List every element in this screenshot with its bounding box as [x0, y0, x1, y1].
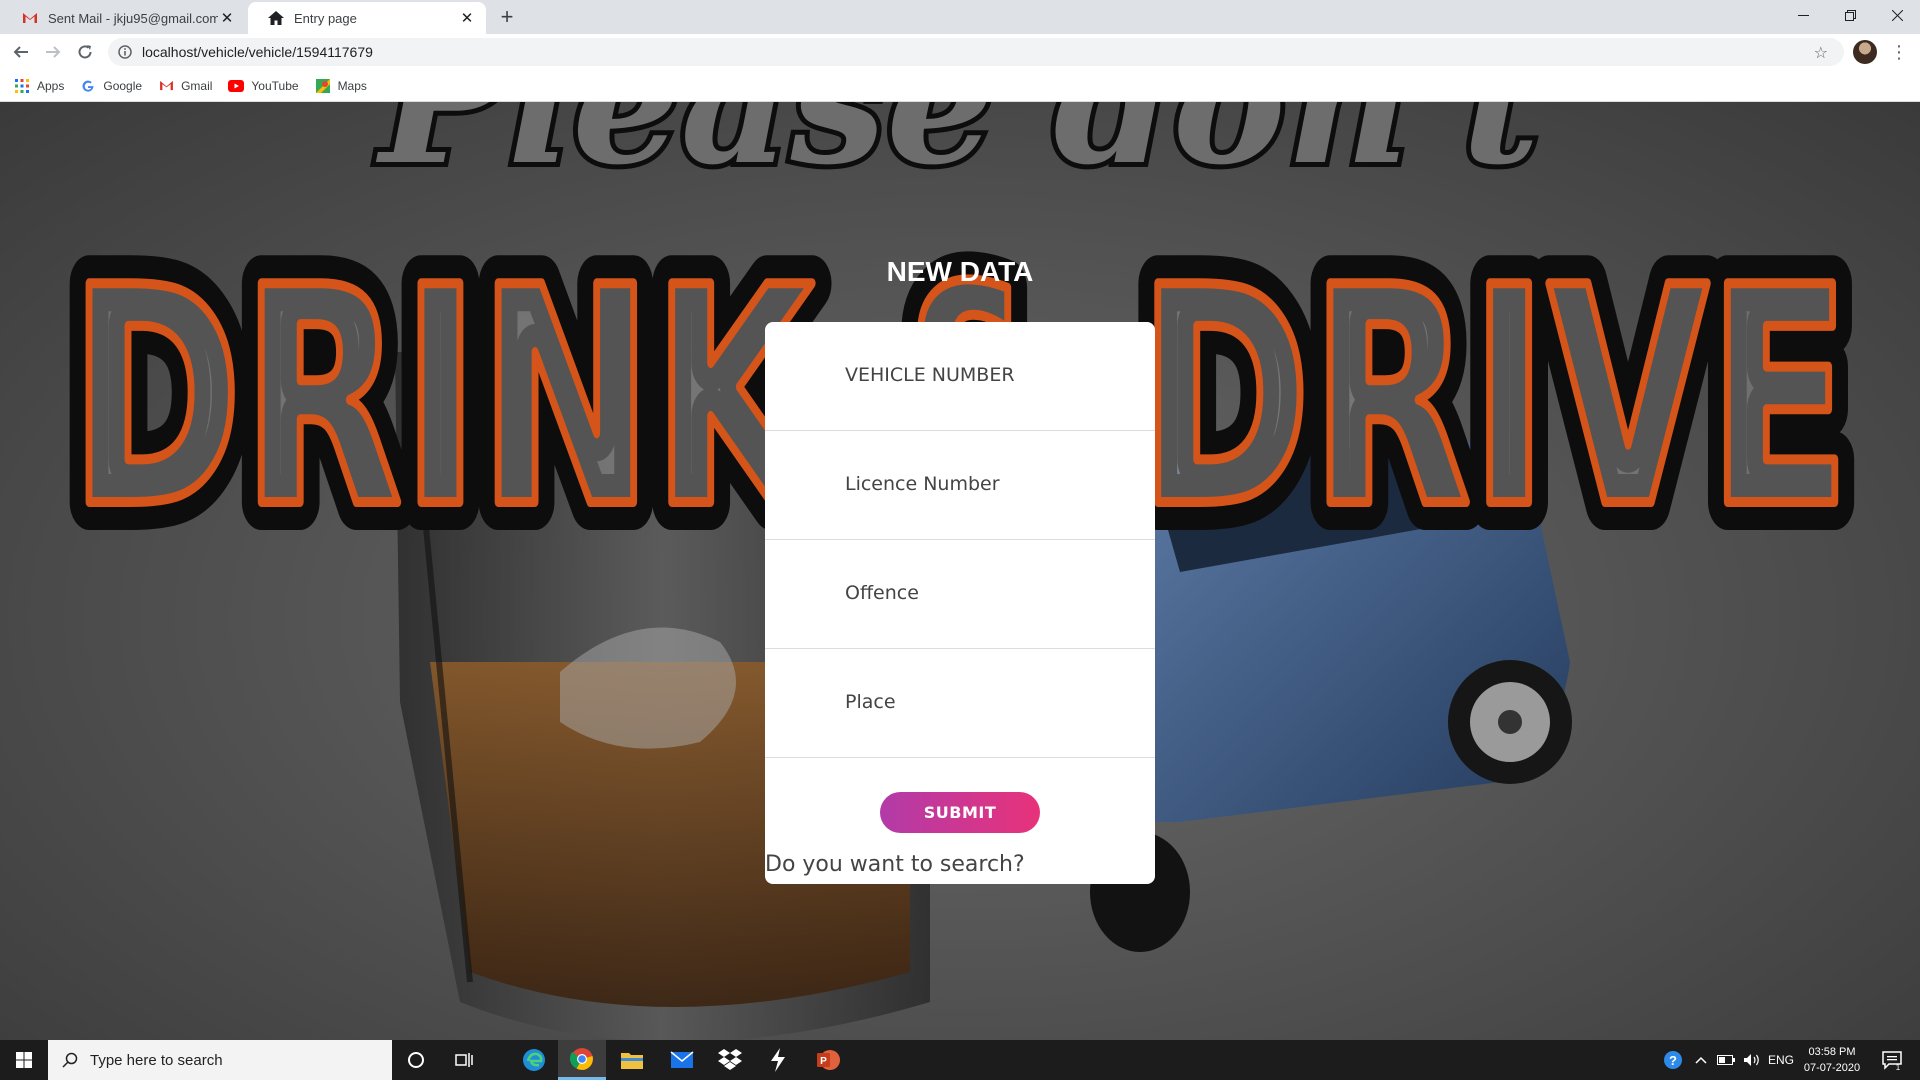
profile-avatar[interactable]	[1853, 40, 1877, 64]
restore-button[interactable]	[1827, 0, 1873, 30]
poster-headline-top: Please don't	[376, 102, 1540, 203]
notification-count: 1	[1896, 1063, 1901, 1071]
taskbar-mail[interactable]	[658, 1040, 706, 1080]
home-icon	[268, 10, 284, 26]
bookmark-maps[interactable]: Maps	[315, 78, 367, 94]
url-text: localhost/vehicle/vehicle/1594117679	[142, 44, 373, 60]
taskbar-clock[interactable]: 03:58 PM 07-07-2020	[1796, 1044, 1868, 1076]
action-center-button[interactable]: 1	[1872, 1040, 1912, 1080]
powerpoint-icon: P	[817, 1050, 840, 1070]
youtube-icon	[228, 78, 245, 94]
windows-taskbar: Type here to search P ? ENG 03:58 PM 07-…	[0, 1040, 1920, 1080]
browser-tab-bar: Sent Mail - jkju95@gmail.com - G ✕ Entry…	[0, 0, 1920, 34]
show-hidden-icons-chevron-up-icon[interactable]	[1690, 1040, 1712, 1080]
clock-date: 07-07-2020	[1803, 1062, 1861, 1074]
bookmarks-bar: Apps Google Gmail YouTube Maps	[0, 70, 1920, 102]
svg-text:P: P	[820, 1056, 827, 1067]
bookmark-gmail[interactable]: Gmail	[158, 78, 212, 94]
tab-close-icon[interactable]: ✕	[458, 9, 476, 27]
maps-icon	[315, 78, 331, 94]
bookmark-label: Apps	[37, 78, 65, 93]
new-tab-button[interactable]: +	[494, 6, 520, 28]
taskbar-app-bolt[interactable]	[754, 1040, 802, 1080]
cortana-circle-icon	[408, 1052, 424, 1068]
bookmark-youtube[interactable]: YouTube	[228, 78, 299, 94]
offence-input[interactable]	[845, 576, 1135, 610]
vehicle-number-field	[765, 322, 1155, 431]
google-icon	[80, 78, 96, 94]
tab-title: Sent Mail - jkju95@gmail.com - G	[48, 10, 218, 26]
help-tray-icon[interactable]: ?	[1658, 1040, 1688, 1080]
minimize-button[interactable]	[1780, 0, 1826, 30]
dropbox-icon	[718, 1049, 742, 1070]
tab-close-icon[interactable]: ✕	[218, 9, 236, 27]
taskbar-powerpoint[interactable]: P	[804, 1040, 852, 1080]
apps-grid-icon	[14, 78, 30, 94]
licence-number-field	[765, 431, 1155, 540]
taskbar-edge[interactable]	[510, 1040, 558, 1080]
taskbar-dropbox[interactable]	[706, 1040, 754, 1080]
edge-icon	[523, 1049, 545, 1071]
lightning-icon	[771, 1048, 785, 1072]
submit-button[interactable]: SUBMIT	[880, 792, 1040, 833]
notification-icon: 1	[1882, 1051, 1902, 1071]
bookmark-label: Maps	[337, 78, 367, 93]
taskbar-file-explorer[interactable]	[608, 1040, 656, 1080]
bookmark-apps[interactable]: Apps	[14, 78, 64, 94]
form-title: NEW DATA	[886, 256, 1034, 287]
vehicle-number-input[interactable]	[845, 358, 1135, 392]
offence-field	[765, 540, 1155, 649]
forward-button[interactable]	[40, 39, 66, 65]
back-button[interactable]	[8, 39, 34, 65]
bookmark-label: Google	[103, 78, 143, 93]
browser-toolbar: localhost/vehicle/vehicle/1594117679 ☆ ⋮	[0, 34, 1920, 70]
reload-icon	[78, 45, 92, 59]
gmail-icon	[22, 10, 38, 26]
taskbar-search-placeholder: Type here to search	[90, 1051, 223, 1069]
info-icon	[118, 45, 132, 59]
tab-entry-page[interactable]: Entry page ✕	[248, 2, 486, 34]
licence-number-input[interactable]	[845, 467, 1135, 501]
close-window-button[interactable]	[1874, 0, 1920, 30]
back-arrow-icon	[13, 46, 28, 58]
chrome-icon	[570, 1047, 593, 1070]
mail-icon	[670, 1051, 694, 1068]
tab-sent-mail[interactable]: Sent Mail - jkju95@gmail.com - G ✕	[2, 2, 246, 34]
task-view-button[interactable]	[440, 1040, 488, 1080]
bookmark-label: YouTube	[251, 78, 299, 93]
bookmark-star-icon[interactable]: ☆	[1814, 43, 1828, 63]
battery-icon[interactable]	[1714, 1040, 1738, 1080]
tab-title: Entry page	[294, 10, 357, 26]
gmail-icon	[158, 78, 174, 94]
task-view-icon	[455, 1053, 473, 1067]
windows-logo-icon	[16, 1052, 32, 1068]
language-indicator[interactable]: ENG	[1766, 1040, 1796, 1080]
volume-icon[interactable]	[1740, 1040, 1764, 1080]
clock-time: 03:58 PM	[1808, 1046, 1856, 1058]
address-bar[interactable]: localhost/vehicle/vehicle/1594117679 ☆	[108, 38, 1844, 66]
taskbar-chrome[interactable]	[558, 1040, 606, 1080]
svg-text:?: ?	[1669, 1053, 1677, 1068]
bookmark-google[interactable]: Google	[80, 78, 142, 94]
reload-button[interactable]	[72, 39, 98, 65]
bookmark-label: Gmail	[181, 78, 213, 93]
forward-arrow-icon	[46, 46, 61, 58]
search-link[interactable]: Do you want to search?	[765, 852, 1025, 877]
place-input[interactable]	[845, 685, 1135, 719]
page-content: Please don't DRINK & DRIVE DRINK & DRIVE…	[0, 102, 1920, 1040]
folder-icon	[621, 1053, 643, 1069]
place-field	[765, 649, 1155, 758]
search-icon	[62, 1052, 78, 1068]
cortana-button[interactable]	[392, 1040, 440, 1080]
entry-form: SUBMIT Do you want to search?	[765, 322, 1155, 884]
taskbar-search-box[interactable]: Type here to search	[48, 1040, 392, 1080]
browser-menu-icon[interactable]: ⋮	[1890, 40, 1908, 64]
start-button[interactable]	[0, 1040, 48, 1080]
